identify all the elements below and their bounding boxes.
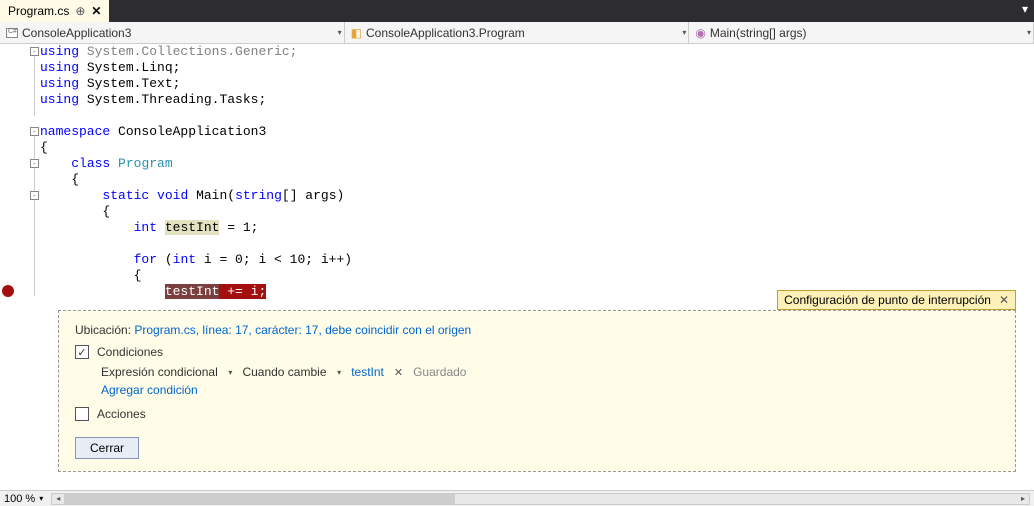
outline-column: - - - - <box>30 44 40 490</box>
conditions-row: ✓ Condiciones <box>75 345 999 359</box>
nav-class-dropdown[interactable]: ◧ ConsoleApplication3.Program ▾ <box>345 22 690 43</box>
nav-project-label: ConsoleApplication3 <box>22 26 131 40</box>
conditions-checkbox[interactable]: ✓ <box>75 345 89 359</box>
tab-overflow-icon[interactable]: ▾ <box>1016 0 1034 18</box>
file-tab[interactable]: Program.cs ⊕ ✕ <box>0 0 109 22</box>
zoom-dropdown-icon[interactable]: ▾ <box>39 494 43 503</box>
actions-checkbox[interactable] <box>75 407 89 421</box>
method-icon: ◉ <box>695 26 705 40</box>
panel-title-tab: Configuración de punto de interrupción ✕ <box>777 290 1016 310</box>
actions-row: Acciones <box>75 407 999 421</box>
csharp-icon <box>6 28 18 38</box>
actions-label: Acciones <box>97 407 146 421</box>
class-icon: ◧ <box>351 26 362 40</box>
condition-remove-icon[interactable]: ✕ <box>394 366 403 379</box>
panel-close-icon[interactable]: ✕ <box>999 293 1009 307</box>
fold-icon[interactable]: - <box>30 47 39 56</box>
pin-icon[interactable]: ⊕ <box>75 4 85 18</box>
tab-bar: Program.cs ⊕ ✕ ▾ <box>0 0 1034 22</box>
conditions-label: Condiciones <box>97 345 163 359</box>
fold-icon[interactable]: - <box>30 191 39 200</box>
zoom-value[interactable]: 100 % <box>4 493 35 505</box>
condition-type-dropdown[interactable]: Expresión condicional ▾ <box>101 365 232 379</box>
tab-filename: Program.cs <box>8 4 69 18</box>
status-bar: 100 % ▾ ◂ ▸ <box>0 490 1034 506</box>
scroll-left-icon[interactable]: ◂ <box>52 494 64 504</box>
fold-icon[interactable]: - <box>30 127 39 136</box>
scroll-thumb[interactable] <box>64 494 455 504</box>
code-area[interactable]: using System.Collections.Generic; using … <box>40 44 1018 300</box>
close-button[interactable]: Cerrar <box>75 437 139 459</box>
nav-member-dropdown[interactable]: ◉ Main(string[] args) ▾ <box>689 22 1034 43</box>
condition-mode-dropdown[interactable]: Cuando cambie ▾ <box>242 365 341 379</box>
tab-close-icon[interactable]: ✕ <box>91 4 101 18</box>
scroll-right-icon[interactable]: ▸ <box>1017 494 1029 504</box>
location-link[interactable]: Program.cs, línea: 17, carácter: 17, deb… <box>134 323 471 337</box>
nav-class-label: ConsoleApplication3.Program <box>366 26 525 40</box>
nav-project-dropdown[interactable]: ConsoleApplication3 ▾ <box>0 22 345 43</box>
saved-status: Guardado <box>413 365 466 379</box>
location-label: Ubicación: <box>75 323 131 337</box>
fold-icon[interactable]: - <box>30 159 39 168</box>
panel-title: Configuración de punto de interrupción <box>784 293 991 307</box>
breakpoint-icon[interactable] <box>2 285 14 297</box>
panel-body: Ubicación: Program.cs, línea: 17, caráct… <box>58 310 1016 472</box>
add-condition-link[interactable]: Agregar condición <box>101 383 198 397</box>
location-row: Ubicación: Program.cs, línea: 17, caráct… <box>75 323 999 337</box>
condition-line: Expresión condicional ▾ Cuando cambie ▾ … <box>101 365 999 379</box>
nav-member-label: Main(string[] args) <box>710 26 807 40</box>
condition-value[interactable]: testInt <box>351 365 384 379</box>
horizontal-scrollbar[interactable]: ◂ ▸ <box>51 493 1030 505</box>
nav-bar: ConsoleApplication3 ▾ ◧ ConsoleApplicati… <box>0 22 1034 44</box>
